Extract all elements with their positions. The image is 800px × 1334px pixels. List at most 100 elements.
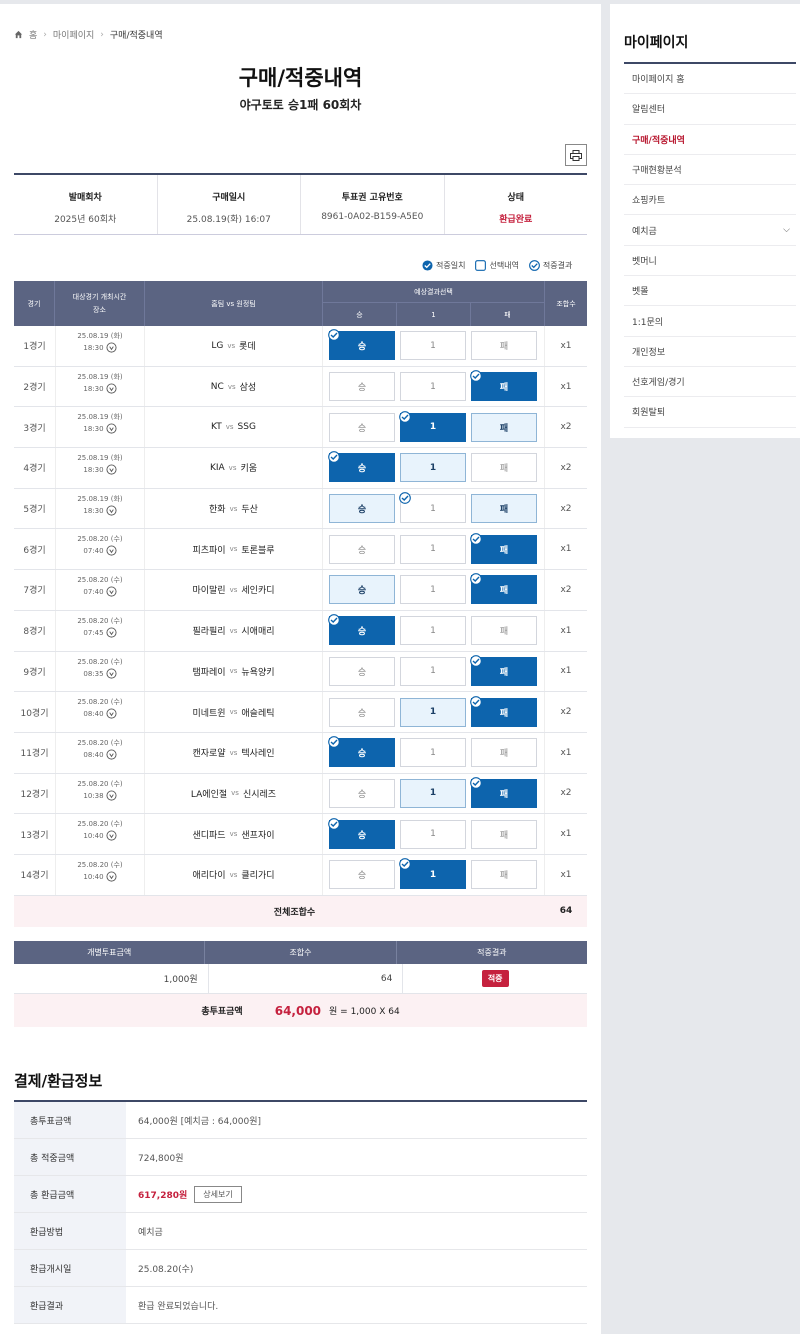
- pick-d-button[interactable]: 1: [399, 492, 466, 524]
- location-pin-icon[interactable]: [106, 708, 117, 720]
- location-pin-icon[interactable]: [106, 627, 117, 639]
- pick-w-button[interactable]: 승: [329, 697, 395, 727]
- detail-button[interactable]: 상세보기: [194, 1185, 242, 1203]
- info-status: 상태 환급완료: [445, 175, 588, 234]
- table-row: 3경기 25.08.19 (화) 18:30 KT vs SSG 승 1 패 x2: [14, 407, 587, 449]
- table-row: 11경기 25.08.20 (수) 08:40 캔자로얄 vs 텍사레인 승 1 패 x1: [14, 732, 587, 774]
- match-teams: 캔자로얄 vs 텍사레인: [145, 732, 323, 773]
- sidebar-item[interactable]: 벳몰: [624, 276, 796, 307]
- check-outline-icon: [528, 260, 540, 271]
- match-multiplier: x2: [560, 788, 572, 799]
- sidebar-item[interactable]: 마이페이지 홈: [624, 64, 796, 95]
- pick-l-button[interactable]: 패: [471, 819, 537, 849]
- location-pin-icon[interactable]: [106, 464, 117, 476]
- pick-d-button[interactable]: 1: [400, 453, 466, 483]
- pick-w-button[interactable]: 승: [329, 860, 395, 890]
- pick-l-button[interactable]: 패: [470, 370, 537, 402]
- breadcrumb-current: 구매/적중내역: [109, 31, 163, 41]
- breadcrumb-home[interactable]: 홈: [29, 28, 37, 41]
- location-pin-icon[interactable]: [106, 790, 117, 802]
- table-row: 6경기 25.08.20 (수) 07:40 피츠파이 vs 토론블루 승 1 패 x1: [14, 529, 587, 571]
- sidebar-item[interactable]: 구매/적중내역: [624, 125, 796, 155]
- legend-selected[interactable]: 선택내역: [475, 260, 519, 271]
- legend-result[interactable]: 적중결과: [528, 260, 572, 271]
- match-picks: 승1패: [323, 610, 545, 651]
- pick-d-button[interactable]: 1: [400, 575, 466, 605]
- location-pin-icon[interactable]: [106, 383, 117, 395]
- pick-d-button[interactable]: 1: [400, 534, 466, 564]
- hit-badge: 적중: [481, 970, 509, 987]
- match-no: 14경기: [20, 871, 49, 882]
- pick-l-button[interactable]: 패: [471, 331, 537, 361]
- sidebar-item[interactable]: 선호게임/경기: [624, 367, 796, 398]
- pick-w-button[interactable]: 승: [329, 575, 395, 605]
- match-teams: 미네트윈 vs 애슬레틱: [145, 692, 323, 732]
- location-pin-icon[interactable]: [106, 830, 117, 842]
- pick-d-button[interactable]: 1: [400, 656, 466, 686]
- pick-l-button[interactable]: 패: [471, 616, 537, 646]
- check-circle-icon: [328, 736, 340, 749]
- sidebar-item[interactable]: 1:1문의: [624, 306, 796, 337]
- match-picks: 승1패: [323, 814, 545, 854]
- pick-l-button[interactable]: 패: [470, 573, 537, 605]
- match-picks: 승1패: [323, 448, 545, 488]
- pick-l-button[interactable]: 패: [471, 412, 537, 442]
- pick-w-button[interactable]: 승: [328, 817, 395, 849]
- home-icon[interactable]: [14, 30, 23, 39]
- pick-l-button[interactable]: 패: [471, 494, 537, 524]
- pick-d-button[interactable]: 1: [400, 697, 466, 727]
- pick-w-button[interactable]: 승: [329, 656, 395, 686]
- location-pin-icon[interactable]: [106, 586, 117, 598]
- print-button[interactable]: [565, 144, 587, 166]
- sidebar-item[interactable]: 알림센터: [624, 94, 796, 125]
- pick-w-button[interactable]: 승: [329, 778, 395, 808]
- match-multiplier: x2: [560, 584, 572, 595]
- pick-l-button[interactable]: 패: [470, 654, 537, 686]
- match-picks: 승1패: [323, 732, 545, 773]
- sidebar-item[interactable]: 회원탈퇴: [624, 397, 796, 428]
- sidebar-item[interactable]: 구매현황분석: [624, 155, 796, 186]
- pick-d-button[interactable]: 1: [400, 778, 466, 808]
- location-pin-icon[interactable]: [106, 342, 117, 354]
- location-pin-icon[interactable]: [106, 668, 117, 680]
- match-picks: 승1패: [323, 651, 545, 692]
- pick-d-button[interactable]: 1: [400, 738, 466, 768]
- match-no: 11경기: [20, 749, 49, 760]
- location-pin-icon[interactable]: [106, 545, 117, 557]
- pick-d-button[interactable]: 1: [400, 616, 466, 646]
- legend-hit[interactable]: 적중일치: [422, 260, 465, 271]
- pick-w-button[interactable]: 승: [328, 329, 395, 361]
- sidebar-item[interactable]: 쇼핑카트: [624, 185, 796, 216]
- pick-w-button[interactable]: 승: [329, 534, 395, 564]
- pick-w-button[interactable]: 승: [329, 412, 395, 442]
- pick-w-button[interactable]: 승: [329, 494, 395, 524]
- location-pin-icon[interactable]: [106, 505, 117, 517]
- pick-l-button[interactable]: 패: [470, 777, 537, 808]
- pick-l-button[interactable]: 패: [470, 532, 537, 564]
- pick-l-button[interactable]: 패: [471, 860, 537, 890]
- pick-l-button[interactable]: 패: [471, 738, 537, 768]
- match-time: 25.08.20 (수) 08:35: [55, 651, 145, 692]
- sidebar-item[interactable]: 예치금 ⌵: [624, 215, 796, 246]
- location-pin-icon[interactable]: [106, 871, 117, 883]
- pick-w-button[interactable]: 승: [328, 451, 395, 483]
- pick-l-button[interactable]: 패: [471, 453, 537, 483]
- page-subtitle: 야구토토 승1패 60회차: [239, 98, 362, 112]
- sidebar-item[interactable]: 개인정보: [624, 337, 796, 367]
- match-no: 1경기: [23, 342, 46, 353]
- pick-d-button[interactable]: 1: [400, 372, 466, 402]
- match-time: 25.08.20 (수) 10:38: [55, 773, 145, 814]
- pick-l-button[interactable]: 패: [470, 695, 537, 727]
- pick-w-button[interactable]: 승: [329, 372, 395, 402]
- pick-w-button[interactable]: 승: [328, 614, 395, 646]
- pick-d-button[interactable]: 1: [400, 819, 466, 849]
- location-pin-icon[interactable]: [106, 423, 117, 435]
- match-time: 25.08.20 (수) 07:40: [55, 570, 145, 610]
- breadcrumb-mypage[interactable]: 마이페이지: [53, 28, 94, 41]
- pick-d-button[interactable]: 1: [399, 410, 466, 442]
- pick-d-button[interactable]: 1: [399, 858, 466, 890]
- sidebar-item[interactable]: 벳머니: [624, 246, 796, 277]
- pick-d-button[interactable]: 1: [400, 331, 466, 361]
- location-pin-icon[interactable]: [106, 749, 117, 761]
- pick-w-button[interactable]: 승: [328, 736, 395, 768]
